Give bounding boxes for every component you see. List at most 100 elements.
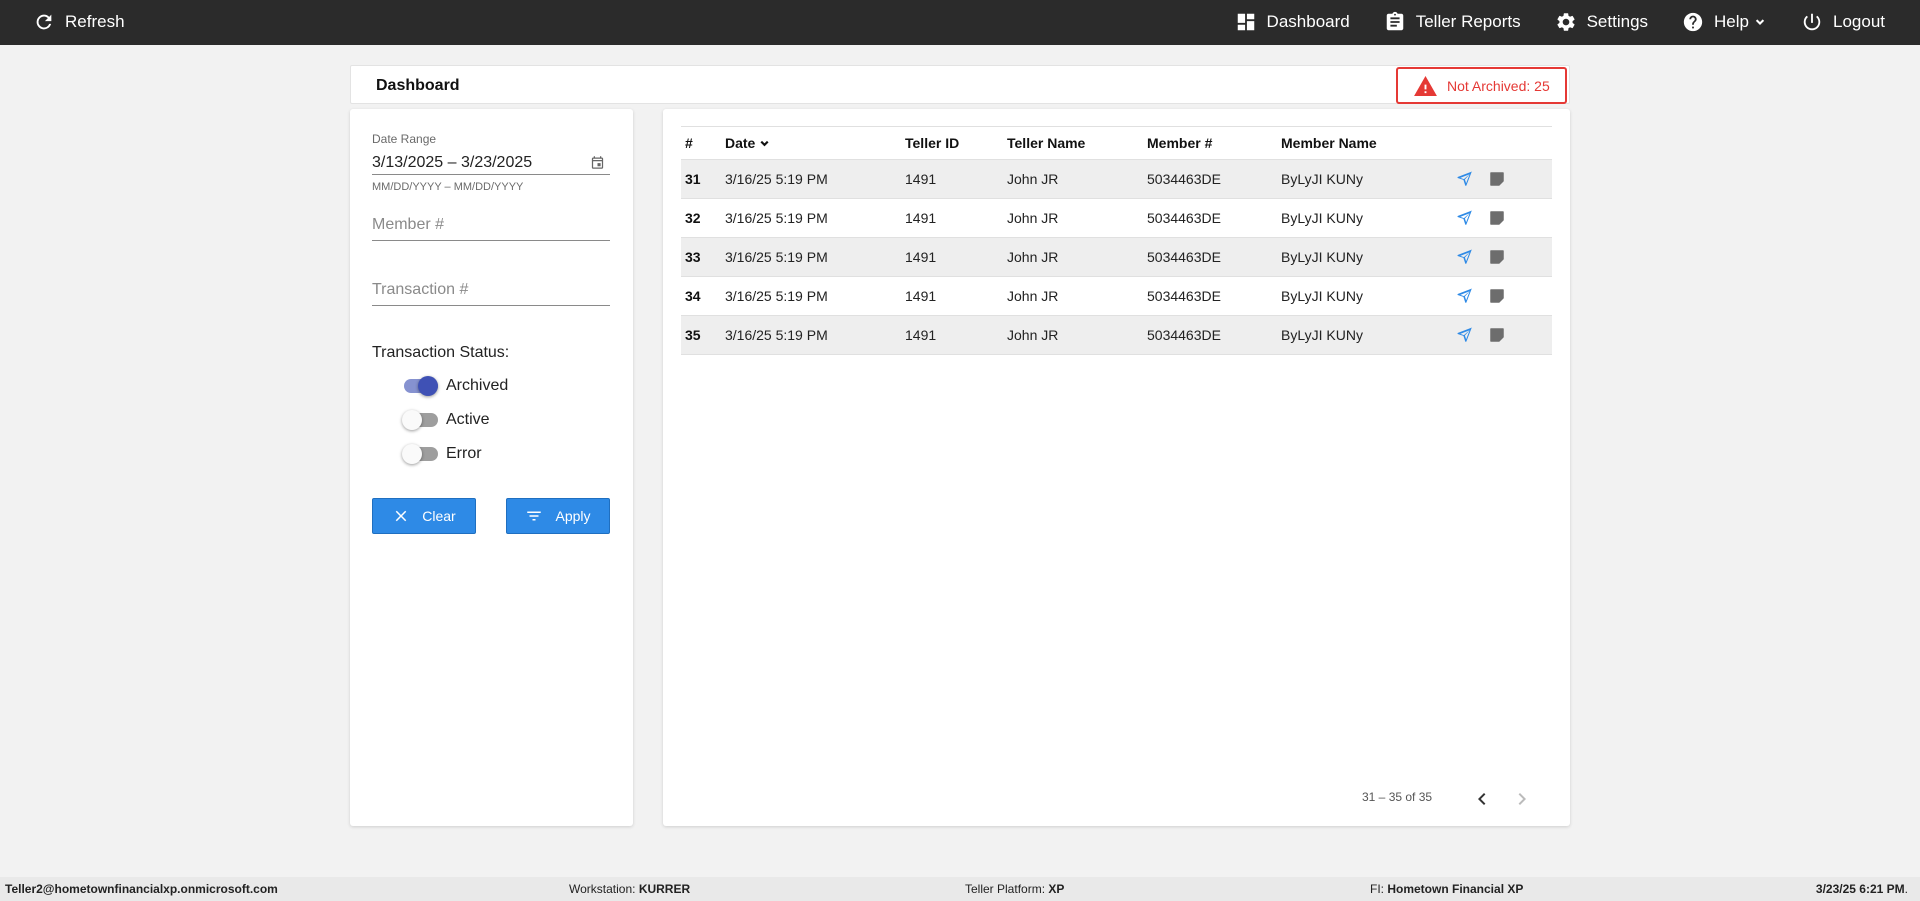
date-range-label: Date Range bbox=[372, 132, 437, 146]
col-header-teller-id[interactable]: Teller ID bbox=[901, 126, 1003, 160]
member-number-placeholder: Member # bbox=[372, 216, 445, 233]
status-footer: Teller2@hometownfinancialxp.onmicrosoft.… bbox=[0, 877, 1920, 901]
status-toggle-error: Error bbox=[402, 443, 482, 465]
footer-datetime-value: 3/23/25 6:21 PM bbox=[1815, 882, 1905, 896]
table-row[interactable]: 32 3/16/25 5:19 PM 1491 John JR 5034463DE ByL… bbox=[681, 198, 1552, 238]
close-icon bbox=[396, 510, 407, 522]
table-body: 31 3/16/25 5:19 PM 1491 John JR 5034463DE ByL… bbox=[681, 159, 1552, 355]
row-teller-name: John JR bbox=[1003, 276, 1143, 316]
col-header-member-name[interactable]: Member Name bbox=[1277, 126, 1447, 160]
send-icon[interactable] bbox=[1456, 326, 1474, 344]
transactions-panel: # Date Teller ID Teller Name Member # Me… bbox=[663, 109, 1570, 826]
nav-settings-label: Settings bbox=[1586, 12, 1649, 31]
row-date: 3/16/25 5:19 PM bbox=[721, 276, 901, 316]
date-range-field[interactable]: Date Range 3/13/2025 – 3/23/2025 MM/DD/Y… bbox=[372, 132, 610, 193]
table-row[interactable]: 34 3/16/25 5:19 PM 1491 John JR 5034463DE ByL… bbox=[681, 276, 1552, 316]
nav-teller-reports[interactable]: Teller Reports bbox=[1384, 11, 1521, 33]
gear-icon bbox=[1557, 13, 1575, 31]
archived-label: Archived bbox=[446, 377, 509, 394]
send-icon[interactable] bbox=[1456, 287, 1474, 305]
nav-settings[interactable]: Settings bbox=[1555, 11, 1648, 33]
refresh-icon bbox=[36, 14, 52, 30]
row-member-number: 5034463DE bbox=[1143, 237, 1277, 277]
col-header-date[interactable]: Date bbox=[721, 126, 901, 160]
row-teller-id: 1491 bbox=[901, 198, 1003, 238]
apply-label: Apply bbox=[555, 508, 591, 524]
row-action-group bbox=[1451, 277, 1552, 315]
note-icon[interactable] bbox=[1488, 248, 1506, 266]
dashboard-header: Dashboard Not Archived: 25 bbox=[350, 65, 1570, 104]
clear-button[interactable]: Clear bbox=[372, 498, 476, 534]
row-teller-name: John JR bbox=[1003, 315, 1143, 355]
error-switch[interactable] bbox=[402, 443, 438, 465]
col-header-actions bbox=[1447, 126, 1552, 160]
send-icon[interactable] bbox=[1456, 170, 1474, 188]
row-teller-id: 1491 bbox=[901, 237, 1003, 277]
not-archived-badge[interactable]: Not Archived: 25 bbox=[1396, 67, 1567, 104]
footer-fi-label: FI: bbox=[1370, 882, 1384, 896]
apply-button[interactable]: Apply bbox=[506, 498, 610, 534]
footer-fi-value: Hometown Financial XP bbox=[1387, 882, 1524, 896]
active-switch[interactable] bbox=[402, 409, 438, 431]
row-member-name: ByLyJI KUNy bbox=[1277, 315, 1447, 355]
footer-workstation: Workstation: KURRER bbox=[569, 882, 690, 896]
row-number: 31 bbox=[681, 159, 721, 199]
page-title: Dashboard bbox=[376, 77, 460, 94]
previous-page-button[interactable] bbox=[1470, 787, 1494, 811]
row-actions bbox=[1447, 315, 1552, 355]
date-range-input[interactable]: 3/13/2025 – 3/23/2025 bbox=[372, 151, 610, 175]
row-number: 33 bbox=[681, 237, 721, 277]
footer-fi: FI: Hometown Financial XP bbox=[1370, 882, 1523, 896]
nav-help[interactable]: Help bbox=[1682, 11, 1767, 33]
footer-platform-label: Teller Platform: bbox=[965, 882, 1046, 896]
dashboard-icon bbox=[1237, 13, 1254, 31]
footer-datetime-suffix: . bbox=[1904, 882, 1908, 896]
status-toggle-archived: Archived bbox=[402, 375, 508, 397]
row-number: 34 bbox=[681, 276, 721, 316]
calendar-icon[interactable] bbox=[590, 155, 605, 170]
note-icon[interactable] bbox=[1488, 326, 1506, 344]
row-action-group bbox=[1451, 316, 1552, 354]
note-icon[interactable] bbox=[1488, 287, 1506, 305]
row-action-group bbox=[1451, 238, 1552, 276]
date-range-hint: MM/DD/YYYY – MM/DD/YYYY bbox=[372, 181, 524, 193]
table-row[interactable]: 33 3/16/25 5:19 PM 1491 John JR 5034463DE ByL… bbox=[681, 237, 1552, 277]
member-number-input[interactable]: Member # bbox=[372, 211, 610, 241]
footer-platform: Teller Platform: XP bbox=[965, 882, 1064, 896]
date-range-value: 3/13/2025 – 3/23/2025 bbox=[372, 153, 533, 171]
row-number: 32 bbox=[681, 198, 721, 238]
note-icon[interactable] bbox=[1488, 170, 1506, 188]
footer-datetime: 3/23/25 6:21 PM. bbox=[1816, 882, 1908, 896]
row-action-group bbox=[1451, 199, 1552, 237]
row-member-number: 5034463DE bbox=[1143, 276, 1277, 316]
footer-user: Teller2@hometownfinancialxp.onmicrosoft.… bbox=[5, 882, 278, 896]
row-teller-id: 1491 bbox=[901, 276, 1003, 316]
row-member-name: ByLyJI KUNy bbox=[1277, 237, 1447, 277]
col-header-member-number[interactable]: Member # bbox=[1143, 126, 1277, 160]
help-icon bbox=[1683, 12, 1703, 32]
row-member-number: 5034463DE bbox=[1143, 159, 1277, 199]
table-row[interactable]: 31 3/16/25 5:19 PM 1491 John JR 5034463DE ByL… bbox=[681, 159, 1552, 199]
next-page-button[interactable] bbox=[1510, 787, 1534, 811]
status-toggle-active: Active bbox=[402, 409, 490, 431]
refresh-button[interactable]: Refresh bbox=[33, 11, 125, 33]
clear-label: Clear bbox=[422, 508, 456, 524]
transaction-number-placeholder: Transaction # bbox=[372, 281, 469, 298]
nav-logout[interactable]: Logout bbox=[1801, 11, 1885, 33]
footer-workstation-label: Workstation: bbox=[569, 882, 636, 896]
row-teller-id: 1491 bbox=[901, 159, 1003, 199]
row-actions bbox=[1447, 159, 1552, 199]
footer-workstation-value: KURRER bbox=[638, 882, 691, 896]
send-icon[interactable] bbox=[1456, 248, 1474, 266]
row-date: 3/16/25 5:19 PM bbox=[721, 159, 901, 199]
archived-switch[interactable] bbox=[402, 375, 438, 397]
transaction-number-input[interactable]: Transaction # bbox=[372, 276, 610, 306]
note-icon[interactable] bbox=[1488, 209, 1506, 227]
pagination-range: 31 – 35 of 35 bbox=[1362, 790, 1433, 804]
nav-dashboard[interactable]: Dashboard bbox=[1235, 11, 1350, 33]
filter-panel: Date Range 3/13/2025 – 3/23/2025 MM/DD/Y… bbox=[350, 109, 633, 826]
table-row[interactable]: 35 3/16/25 5:19 PM 1491 John JR 5034463DE ByL… bbox=[681, 315, 1552, 355]
row-member-name: ByLyJI KUNy bbox=[1277, 159, 1447, 199]
col-header-teller-name[interactable]: Teller Name bbox=[1003, 126, 1143, 160]
send-icon[interactable] bbox=[1456, 209, 1474, 227]
